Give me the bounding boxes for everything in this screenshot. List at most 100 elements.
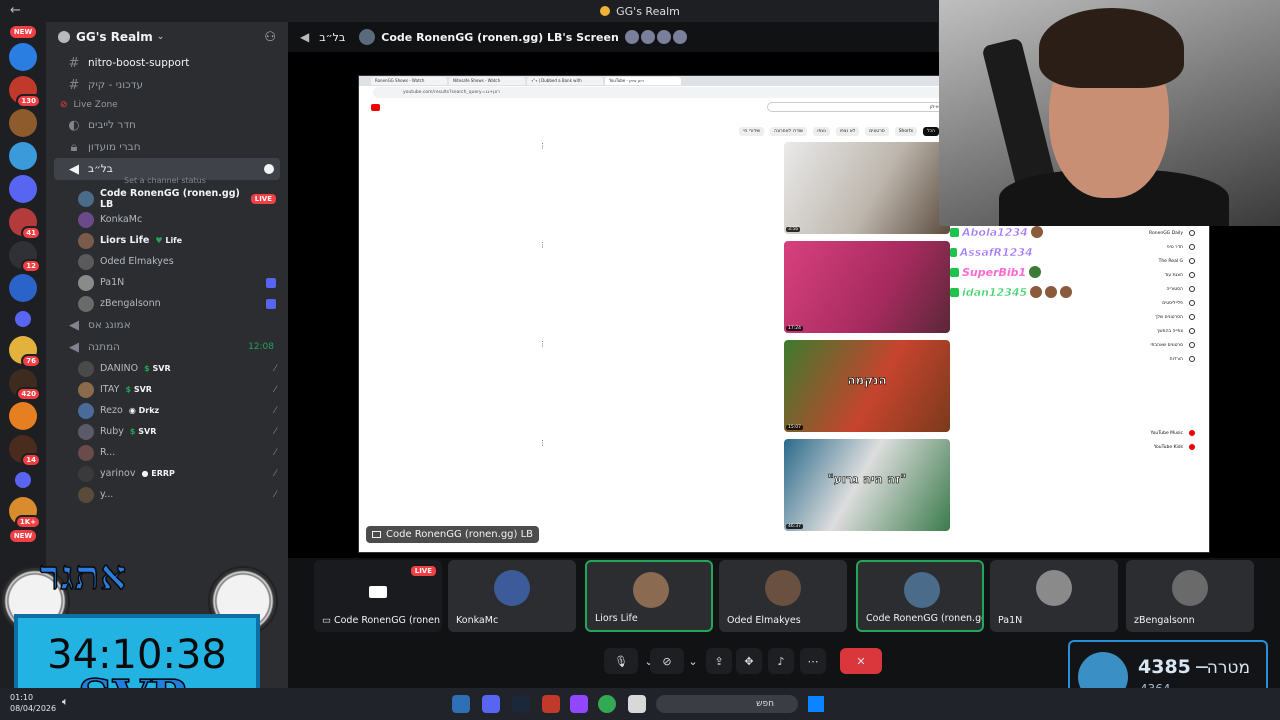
app-icon[interactable] [452,695,470,713]
voice-user[interactable]: KonkaMc [46,209,288,230]
participant-tile[interactable]: KonkaMc [448,560,576,632]
voice-user[interactable]: Liors Life ♥ Life [46,230,288,251]
discord-icon[interactable] [482,695,500,713]
more-icon[interactable]: ⋮ [539,241,546,249]
browser-tab[interactable]: Nitesafe Shows - Watch [449,77,525,85]
more-icon[interactable]: ⋮ [539,340,546,348]
taskbar-search[interactable]: חפש [656,695,798,713]
category-live-zone[interactable]: ⊘ Live Zone [46,96,288,114]
server-icon-9[interactable]: 76 [9,336,41,368]
voice-channel-2[interactable]: 🔒︎ חברי מועדון [54,136,280,158]
filter-chip[interactable]: Shorts [894,127,918,136]
server-icon-5[interactable] [9,175,37,203]
server-icon-13[interactable]: 1K+ [9,497,41,529]
windows-start-icon[interactable] [808,696,824,712]
screen-share-button[interactable]: ⇪ [706,648,732,674]
participant-tile-speaking[interactable]: Code RonenGG (ronen.gg) ... [856,560,984,632]
folder-icon[interactable] [15,311,31,327]
leave-call-button[interactable]: ✕ [840,648,882,674]
speaker-icon[interactable]: ◀ [300,30,309,44]
guild-header[interactable]: GG's Realm ⌄ ⚇ [46,22,288,52]
voice-channel-4[interactable]: ◀ אמונג אס [54,314,280,336]
camera-off-button[interactable]: ⊘ [650,648,684,674]
file-icon[interactable] [628,695,646,713]
back-arrow-icon[interactable]: ← [10,3,21,18]
participant-tile[interactable]: zBengalsonn [1126,560,1254,632]
filter-chip[interactable]: שידורי חי [739,127,765,136]
voice-user[interactable]: DANINO $ SVR ⁄ [46,358,288,379]
sidebar-item[interactable]: סרטונים שאהבתי [1129,338,1209,352]
server-icon-6[interactable]: 41 [9,208,41,240]
result-thumbnail[interactable]: 17:24 [784,241,950,333]
participant-tile[interactable]: Pa1N [990,560,1118,632]
result-thumbnail[interactable]: 3:56 [784,142,950,234]
chrome-icon[interactable] [598,695,616,713]
sidebar-item[interactable]: הורדות [1129,352,1209,366]
server-icon-1[interactable] [9,43,37,71]
app-icon[interactable] [570,695,588,713]
browser-tab[interactable]: ד"ר | Dubbed a Bank with [527,77,603,85]
soundboard-button[interactable]: ♪ [768,648,794,674]
video-icon [1189,314,1195,320]
youtube-logo-icon[interactable] [371,103,380,111]
result-thumbnail[interactable]: הנקמה 15:07 [784,340,950,432]
voice-user[interactable]: ITAY $ SVR ⁄ [46,379,288,400]
server-icon-10[interactable]: 420 [9,369,41,401]
add-member-icon[interactable]: ⚇ [264,30,276,45]
channel-kick-updates[interactable]: # עדכוני - קיק [54,74,280,96]
server-icon-11[interactable] [9,402,37,430]
sidebar-item[interactable]: הסרטונים שלך [1129,310,1209,324]
browser-tab[interactable]: RonenGG Shows - Watch [371,77,447,85]
participant-tile[interactable]: LIVE ▭Code RonenGG (ronen.... [314,560,442,632]
server-icon-7[interactable]: 12 [9,241,41,273]
youtube-search-input[interactable]: רונן איתן [767,102,957,112]
microphone-button[interactable]: 🎙︎ [604,648,638,674]
more-options-button[interactable]: ⋯ [800,648,826,674]
sidebar-item[interactable]: YouTube Music [1129,426,1209,440]
voice-user[interactable]: zBengalsonn [46,293,288,314]
result-thumbnail[interactable]: "זה היה גרוע" 46:37 [784,439,950,531]
sidebar-item[interactable]: RonenGG Daily [1129,226,1209,240]
filter-chip[interactable]: נצפו [813,127,830,136]
channel-nitro-boost-support[interactable]: # nitro-boost-support [54,52,280,74]
channel-status[interactable]: Set a channel status [46,176,288,188]
sidebar-item[interactable]: פלייליסטים [1129,296,1209,310]
sidebar-item[interactable]: חדר טיפ [1129,240,1209,254]
server-icon-4[interactable] [9,142,37,170]
sidebar-item[interactable]: הצגת עוד [1129,268,1209,282]
filter-chip[interactable]: לא נצפו [835,127,860,136]
sidebar-item[interactable]: The Real G [1129,254,1209,268]
voice-user[interactable]: Pa1N [46,272,288,293]
sidebar-item[interactable]: צפייה בהמשך [1129,324,1209,338]
sidebar-item[interactable]: הסטוריה [1129,282,1209,296]
voice-user[interactable]: Ruby $ SVR ⁄ [46,421,288,442]
voice-user[interactable]: Code RonenGG (ronen.gg) LB LIVE [46,188,288,210]
participant-tile-speaking[interactable]: Liors Life [585,560,713,632]
participant-tile[interactable]: Oded Elmakyes [719,560,847,632]
chevron-down-icon[interactable]: ⌄ [684,648,702,674]
filter-chip[interactable]: סרטונים [865,127,889,136]
voice-channel-1[interactable]: ◐ חדר לייבים [54,114,280,136]
voice-user[interactable]: Oded Elmakyes [46,251,288,272]
activities-button[interactable]: ✥ [736,648,762,674]
app-icon[interactable] [542,695,560,713]
server-icon-2[interactable]: 130 [9,76,41,108]
browser-tab-active[interactable]: YouTube - רונן איתן [605,77,681,85]
filter-chip-active[interactable]: הכל [923,127,939,136]
folder-icon-2[interactable] [15,472,31,488]
voice-user[interactable]: y... ⁄ [46,484,288,505]
filter-chip[interactable]: שודרו לאחרונה [770,127,808,136]
volume-icon[interactable]: 🔈︎ [62,695,80,713]
server-icon-3[interactable] [9,109,37,137]
voice-channel-5[interactable]: ◀ המתנה 12:08 [54,336,280,358]
chat-icon[interactable] [264,164,274,174]
more-icon[interactable]: ⋮ [539,439,546,447]
voice-user[interactable]: Rezo ◉ Drkz ⁄ [46,400,288,421]
server-icon-8[interactable] [9,274,37,302]
sidebar-item[interactable]: YouTube Kids [1129,440,1209,454]
steam-icon[interactable] [512,695,530,713]
server-icon-12[interactable]: 14 [9,435,41,467]
voice-user[interactable]: R... ⁄ [46,442,288,463]
voice-user[interactable]: yarinov ● ERRP ⁄ [46,463,288,484]
more-icon[interactable]: ⋮ [539,142,546,150]
